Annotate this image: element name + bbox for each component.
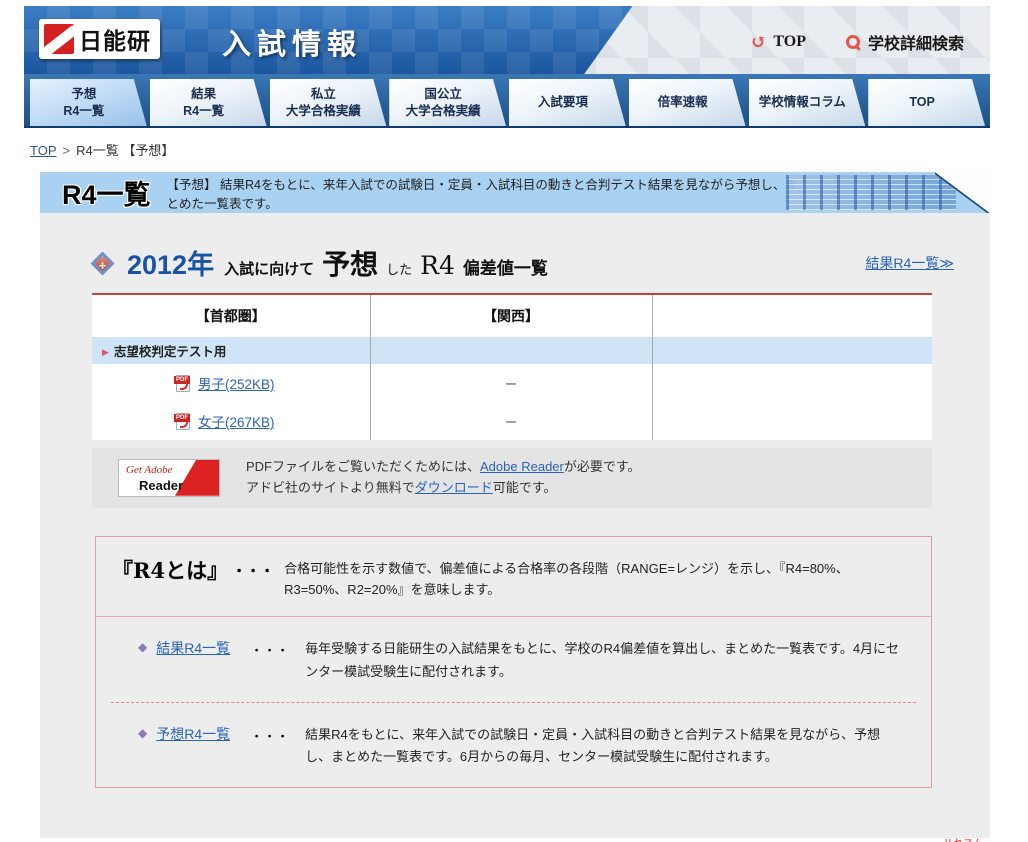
kekka-r4-description: 毎年受験する日能研生の入試結果をもとに、学校のR4偏差値を算出し、まとめた一覧表… bbox=[305, 641, 900, 679]
column-header-blank bbox=[651, 295, 932, 337]
kekka-r4-list-link[interactable]: 結果R4一覧≫ bbox=[865, 253, 954, 273]
tab-label: TOP bbox=[909, 95, 935, 110]
tab-label: 国公立 bbox=[424, 87, 462, 102]
main-content: R4一覧 【予想】 結果R4をもとに、来年入試での試験日・定員・入試科目の動きと… bbox=[40, 172, 990, 838]
pdf-file-icon bbox=[174, 412, 190, 430]
nichinoken-logo[interactable]: 日能研 bbox=[39, 19, 160, 59]
site-title: 入試情報 bbox=[222, 29, 363, 61]
table-row: 男子(252KB) － bbox=[92, 364, 932, 402]
adobe-badge-line1: Get Adobe bbox=[126, 463, 173, 476]
yosou-r4-item: ◆ 予想R4一覧 ・・・ 結果R4をもとに、来年入試での試験日・定員・入試科目の… bbox=[96, 703, 931, 787]
table-header-row: 【首都圏】 【関西】 bbox=[92, 295, 932, 337]
banner-corner-decoration bbox=[935, 172, 990, 213]
tab-label: 大学合格実績 bbox=[405, 103, 481, 118]
search-icon bbox=[845, 34, 861, 50]
heading-text-4: R4 bbox=[420, 251, 455, 280]
adobe-text-4: 可能です。 bbox=[492, 479, 557, 495]
tab-yosou-r4-ichiran[interactable]: 予想 R4一覧 bbox=[30, 79, 147, 126]
tab-label: 結果 bbox=[191, 87, 217, 102]
tab-label: 予想 bbox=[71, 87, 97, 102]
dots-separator: ・・・ bbox=[232, 562, 275, 579]
tab-label: 学校情報コラム bbox=[758, 95, 846, 110]
kansai-empty-value: － bbox=[369, 402, 652, 440]
tab-label: R4一覧 bbox=[183, 103, 225, 118]
yosou-r4-description: 結果R4をもとに、来年入試での試験日・定員・入試科目の動きと合判テスト結果を見な… bbox=[305, 726, 881, 764]
diamond-bullet-icon: ◆ bbox=[138, 725, 148, 740]
heading-text-1: 入試に向けて bbox=[224, 261, 315, 278]
diamond-bullet-icon: ◆ bbox=[138, 640, 148, 655]
breadcrumb-separator: > bbox=[62, 143, 71, 158]
site-header: 日能研 入試情報 ↺ TOP 学校詳細検索 bbox=[24, 6, 990, 74]
kansai-empty-value: － bbox=[369, 364, 652, 402]
r4-definition-section: 『R4とは』 ・・・ 合格可能性を示す数値で、偏差値による合格率の各段階（RAN… bbox=[96, 537, 931, 617]
adobe-badge-line2: Reader bbox=[139, 477, 184, 493]
header-school-search-link[interactable]: 学校詳細検索 bbox=[845, 30, 964, 54]
pdf-link-boys[interactable]: 男子(252KB) bbox=[198, 373, 275, 393]
resemom-ruby-text: リセマム bbox=[944, 837, 984, 842]
adobe-text-2: が必要です。 bbox=[563, 459, 641, 474]
heading-text-2: 予想 bbox=[322, 249, 379, 280]
tab-label: 私立 bbox=[310, 87, 336, 102]
dots-separator: ・・・ bbox=[250, 643, 290, 659]
group-row-label: 志望校判定テスト用 bbox=[113, 345, 227, 359]
pdf-link-girls[interactable]: 女子(267KB) bbox=[198, 411, 275, 431]
page-title-description: 【予想】 結果R4をもとに、来年入試での試験日・定員・入試科目の動きと合判テスト… bbox=[166, 177, 798, 211]
heading-text-3: した bbox=[386, 262, 413, 277]
tab-gakkou-joho-column[interactable]: 学校情報コラム bbox=[749, 79, 866, 126]
header-top-link[interactable]: ↺ TOP bbox=[750, 33, 806, 52]
page-title: R4一覧 bbox=[62, 180, 151, 210]
breadcrumb-current: R4一覧 【予想】 bbox=[76, 143, 175, 158]
pdf-file-icon bbox=[174, 374, 190, 392]
dots-separator: ・・・ bbox=[250, 728, 290, 744]
heading-year: 2012年 bbox=[127, 250, 215, 280]
tab-label: 倍率速報 bbox=[657, 95, 708, 110]
diamond-icon bbox=[90, 250, 115, 276]
tab-kokkoritsu-goukaku[interactable]: 国公立 大学合格実績 bbox=[389, 79, 506, 126]
triangle-bullet-icon: ▶ bbox=[102, 347, 109, 357]
tab-label: 大学合格実績 bbox=[285, 103, 361, 118]
breadcrumb: TOP > R4一覧 【予想】 bbox=[30, 140, 1028, 159]
adobe-text-1: PDFファイルをご覧いただくためには、 bbox=[246, 459, 481, 474]
adobe-reader-notice: Get Adobe Reader PDFファイルをご覧いただくためには、Adob… bbox=[92, 448, 932, 508]
tab-label: R4一覧 bbox=[63, 103, 105, 118]
page-title-banner: R4一覧 【予想】 結果R4をもとに、来年入試での試験日・定員・入試科目の動きと… bbox=[40, 172, 990, 213]
section-heading: 2012年 入試に向けて 予想 した R4 偏差値一覧 結果R4一覧≫ bbox=[90, 243, 954, 283]
header-search-label: 学校詳細検索 bbox=[867, 36, 964, 53]
r4-download-table: 【首都圏】 【関西】 ▶ 志望校判定テスト用 男子(252KB) － bbox=[92, 295, 932, 440]
header-top-label: TOP bbox=[773, 33, 806, 50]
adobe-text-3: アドビ社のサイトより無料で bbox=[246, 479, 415, 495]
tab-shiritsu-goukaku[interactable]: 私立 大学合格実績 bbox=[270, 79, 387, 126]
r4-definition-text: 合格可能性を示す数値で、偏差値による合格率の各段階（RANGE=レンジ）を示し、… bbox=[284, 560, 849, 598]
kekka-r4-ichiran-link[interactable]: 結果R4一覧 bbox=[156, 638, 230, 658]
yosou-r4-ichiran-link[interactable]: 予想R4一覧 bbox=[156, 724, 230, 744]
main-nav-tabbar: 予想 R4一覧 結果 R4一覧 私立 大学合格実績 国公立 大学合格実績 入試要… bbox=[24, 74, 990, 128]
tab-label: 入試要項 bbox=[537, 95, 588, 110]
tab-top[interactable]: TOP bbox=[868, 79, 985, 126]
header-links: ↺ TOP 学校詳細検索 bbox=[750, 30, 964, 54]
kekka-r4-item: ◆ 結果R4一覧 ・・・ 毎年受験する日能研生の入試結果をもとに、学校のR4偏差… bbox=[96, 617, 931, 701]
nichinoken-n-icon bbox=[44, 24, 74, 54]
column-header-kansai: 【関西】 bbox=[369, 295, 652, 337]
breadcrumb-top-link[interactable]: TOP bbox=[30, 143, 57, 158]
table-row: 女子(267KB) － bbox=[92, 402, 932, 440]
page-footer: ▲ ページ上部へ リセマム ReseMom. bbox=[24, 838, 990, 842]
get-adobe-reader-badge[interactable]: Get Adobe Reader bbox=[118, 458, 220, 497]
table-group-row: ▶ 志望校判定テスト用 bbox=[92, 337, 932, 364]
r4-explanation-box: 『R4とは』 ・・・ 合格可能性を示す数値で、偏差値による合格率の各段階（RAN… bbox=[95, 535, 932, 788]
uturn-arrow-icon: ↺ bbox=[750, 31, 767, 53]
download-link[interactable]: ダウンロード bbox=[415, 480, 493, 495]
tab-nyushi-youkou[interactable]: 入試要項 bbox=[509, 79, 626, 126]
heading-text-5: 偏差値一覧 bbox=[462, 259, 548, 278]
logo-brand-text: 日能研 bbox=[79, 28, 151, 54]
r4-definition-title: 『R4とは』 bbox=[112, 557, 229, 583]
adobe-notice-text: PDFファイルをご覧いただくためには、Adobe Readerが必要です。 アド… bbox=[246, 457, 641, 499]
tab-kekka-r4-ichiran[interactable]: 結果 R4一覧 bbox=[150, 79, 267, 126]
spreadsheet-thumbnail-decoration bbox=[786, 175, 956, 210]
column-header-shutoken: 【首都圏】 bbox=[195, 308, 266, 324]
tab-bairitsu-sokuhou[interactable]: 倍率速報 bbox=[629, 79, 746, 126]
adobe-reader-link[interactable]: Adobe Reader bbox=[480, 459, 564, 474]
